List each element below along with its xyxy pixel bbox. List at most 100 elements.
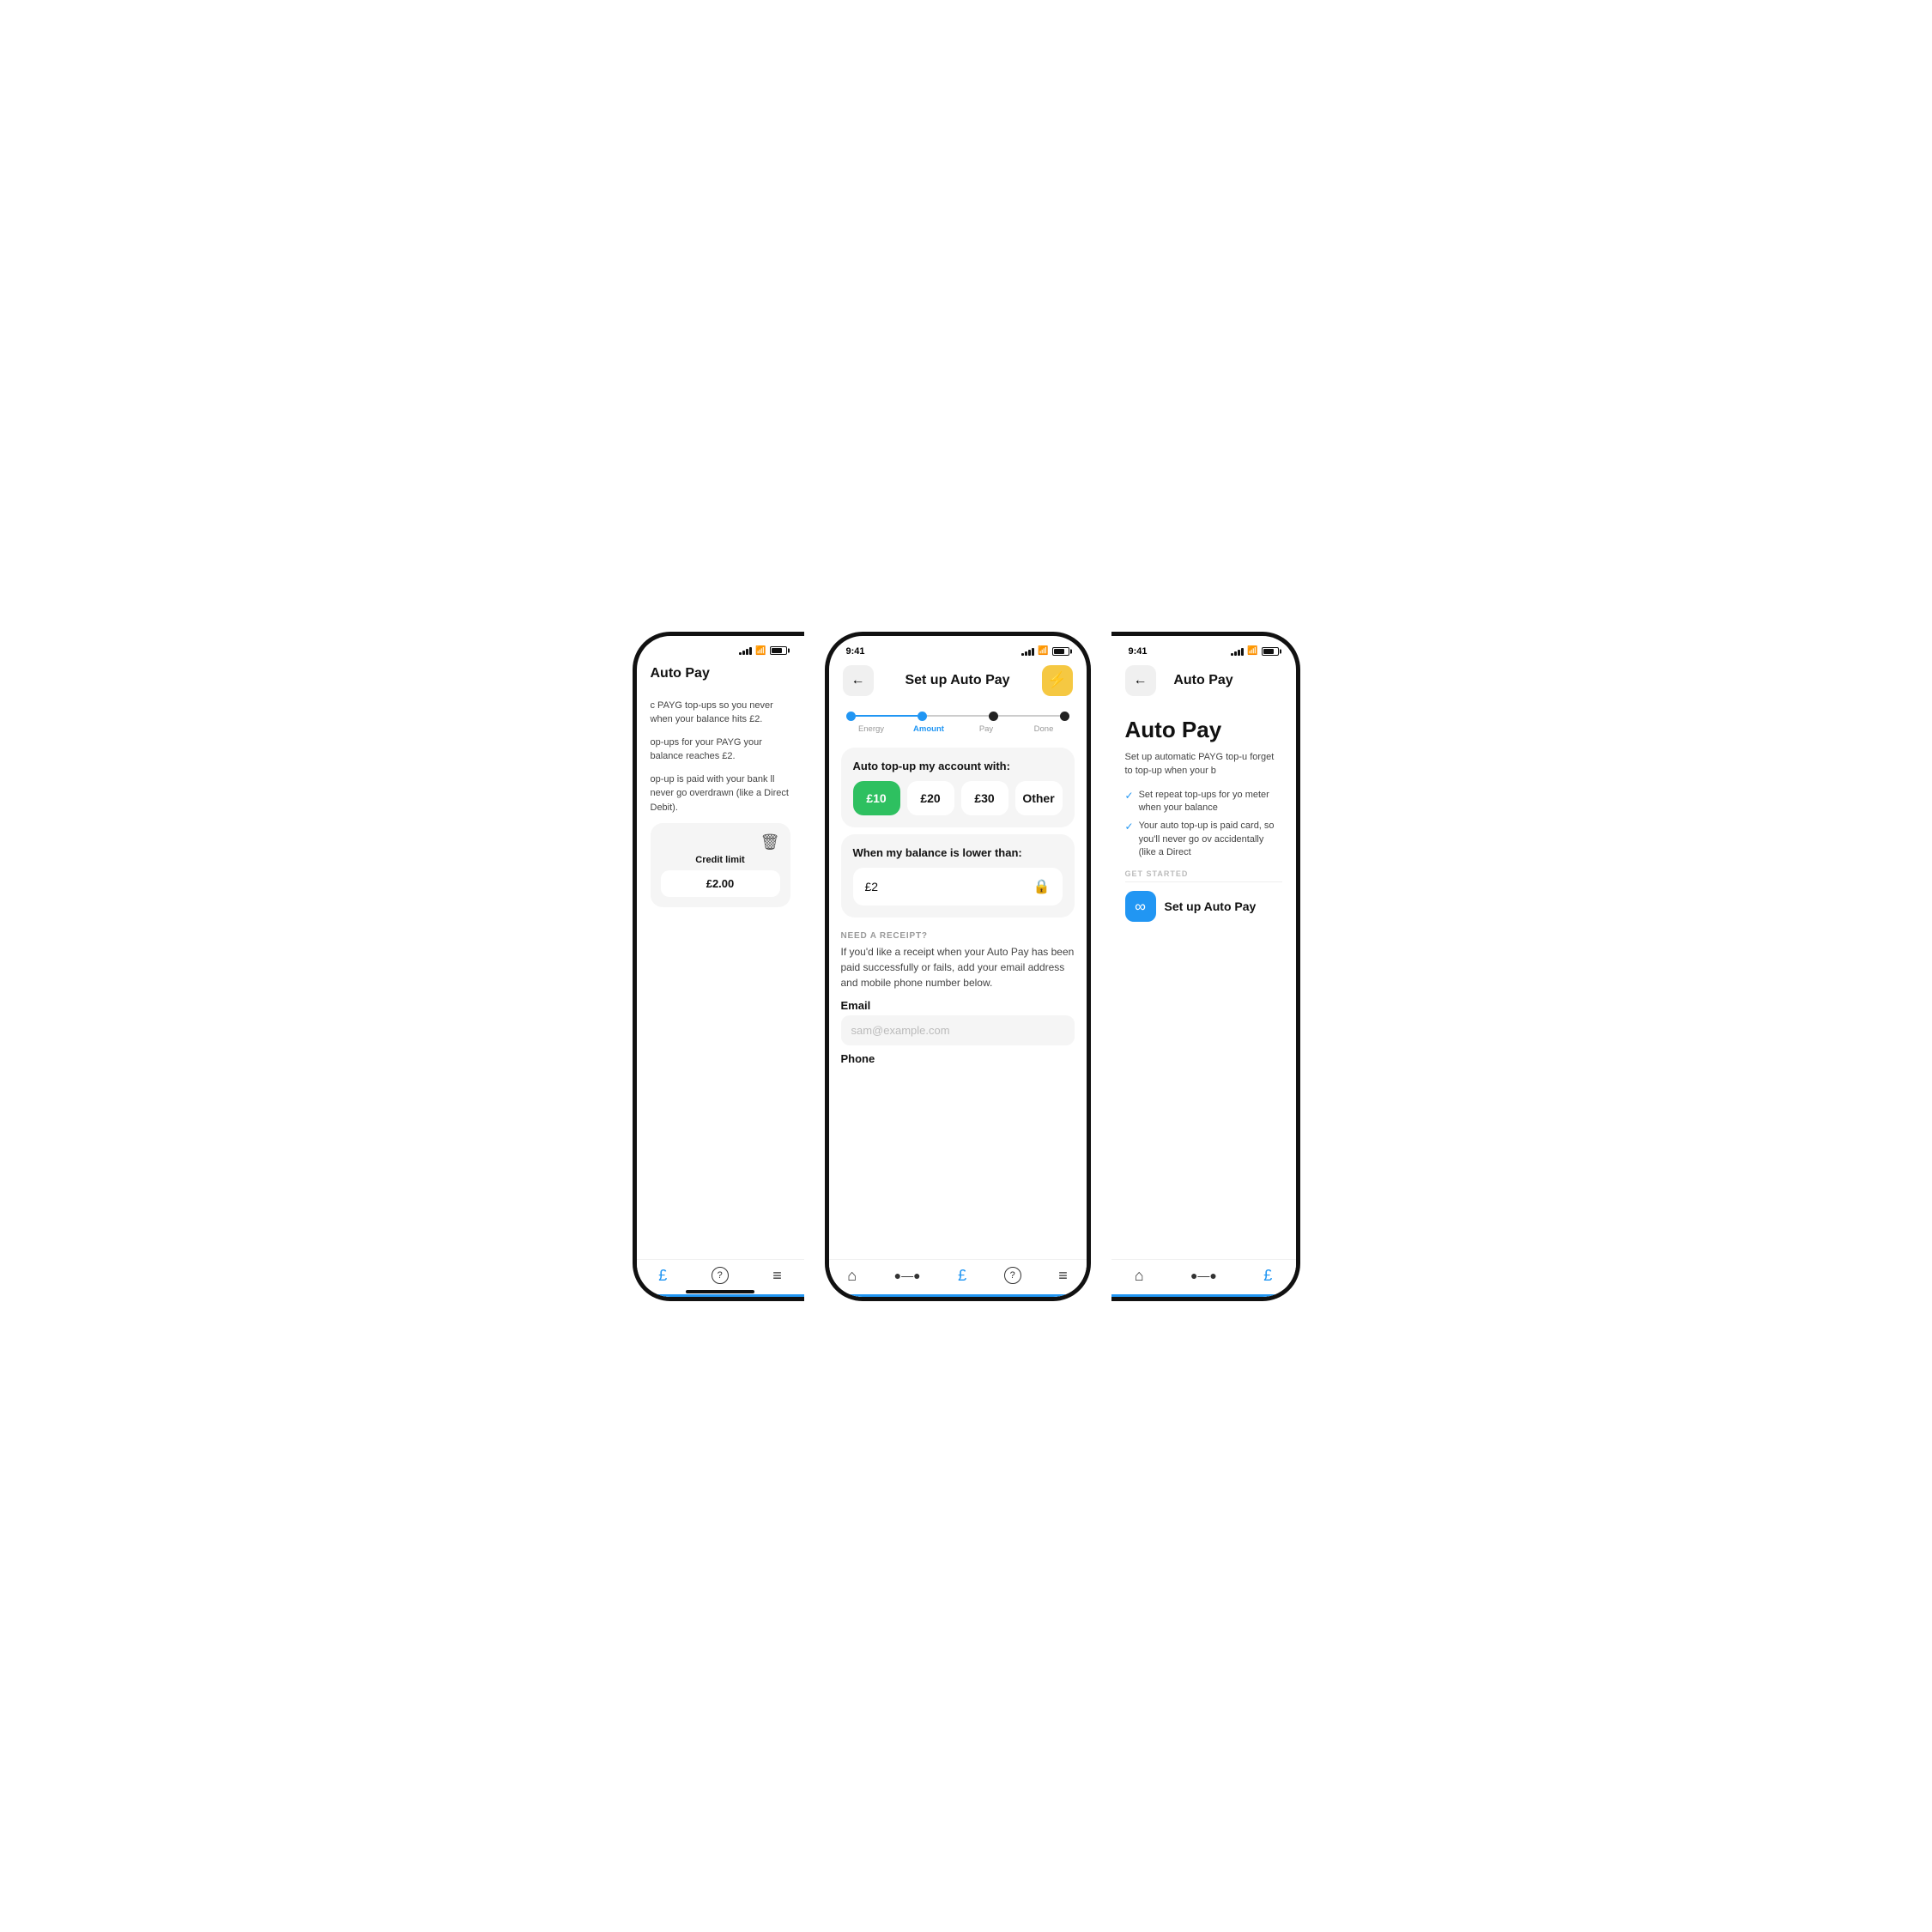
status-icons-right: 📶 [1231,646,1278,656]
back-button-center[interactable]: ← [843,665,874,696]
infinity-icon: ∞ [1135,898,1146,916]
bottom-nav-right: ⌂ ●―● £ [1111,1259,1296,1297]
status-icons-left: 📶 [739,646,786,656]
left-text1: c PAYG top-ups so you never when your ba… [651,699,790,727]
scene: 📶 Auto Pay c PAYG top-ups so you never w… [580,580,1353,1353]
bottom-nav-left: £ ? ≡ [637,1259,804,1297]
phone-center: 9:41 📶 ← Set up Auto Pay ⚡ [825,632,1091,1301]
left-content: c PAYG top-ups so you never when your ba… [637,685,804,922]
checkmark-icon-2: ✓ [1125,821,1134,833]
nav-item-activity-right[interactable]: ●―● [1190,1269,1217,1282]
amount-btn-20[interactable]: £20 [907,781,954,815]
step-label-done: Done [1015,724,1073,734]
nav-bar-right: ← Auto Pay [1111,660,1296,703]
lightning-button[interactable]: ⚡ [1042,665,1073,696]
balance-input: £2 🔒 [853,868,1063,905]
nav-item-home-right[interactable]: ⌂ [1135,1267,1144,1285]
money-icon-left: £ [658,1267,667,1285]
back-arrow-icon: ← [851,673,865,688]
amount-btn-10[interactable]: £10 [853,781,900,815]
nav-item-help-left[interactable]: ? [712,1267,729,1284]
receipt-heading: NEED A RECEIPT? [841,931,1075,941]
nav-item-home-center[interactable]: ⌂ [847,1267,857,1285]
bottom-nav-center: ⌂ ●―● £ ? ≡ [829,1259,1087,1297]
phone-label: Phone [841,1052,1075,1065]
lightning-icon: ⚡ [1047,671,1066,689]
menu-icon-center: ≡ [1058,1267,1068,1285]
wifi-icon-center: 📶 [1038,646,1048,656]
status-bar-right: 9:41 📶 [1111,636,1296,660]
check-text-2: Your auto top-up is paid card, so you'll… [1139,820,1282,859]
menu-icon-left: ≡ [772,1267,782,1285]
step-dot-energy [846,712,856,721]
signal-icon-right [1231,647,1244,656]
nav-item-money-left[interactable]: £ [658,1267,667,1285]
divider-right [1125,881,1282,882]
nav-item-money-right[interactable]: £ [1263,1267,1272,1285]
activity-icon-center: ●―● [894,1269,921,1282]
back-arrow-icon-right: ← [1134,673,1148,688]
nav-item-help-center[interactable]: ? [1004,1267,1021,1284]
left-text3: op-up is paid with your bank ll never go… [651,772,790,815]
nav-item-menu-left[interactable]: ≡ [772,1267,782,1285]
center-nav-title: Set up Auto Pay [905,673,1009,688]
balance-card: When my balance is lower than: £2 🔒 [841,834,1075,918]
step-dot-done [1060,712,1069,721]
check-text-1: Set repeat top-ups for yo meter when you… [1139,789,1282,815]
battery-icon-right [1262,647,1279,656]
nav-item-money-center[interactable]: £ [958,1267,966,1285]
step-line-3 [998,715,1060,717]
step-line-1 [856,715,918,717]
left-text2: op-ups for your PAYG your balance reache… [651,736,790,764]
credit-limit-label: Credit limit [661,855,780,865]
status-time-right: 9:41 [1129,646,1148,657]
battery-icon-center [1052,647,1069,656]
status-time-center: 9:41 [846,646,865,657]
home-icon-center: ⌂ [847,1267,857,1285]
status-bar-left: 📶 [637,636,804,659]
money-icon-right: £ [1263,1267,1272,1285]
money-icon-center: £ [958,1267,966,1285]
step-label-amount: Amount [900,724,958,734]
check-item-1: ✓ Set repeat top-ups for yo meter when y… [1125,789,1282,815]
amount-btn-30[interactable]: £30 [961,781,1008,815]
get-started-label: GET STARTED [1125,869,1282,878]
trash-icon[interactable]: 🗑 [760,833,780,851]
step-dot-pay [989,712,998,721]
amount-options: £10 £20 £30 Other [853,781,1063,815]
receipt-section: NEED A RECEIPT? If you'd like a receipt … [829,924,1087,1075]
setup-autopay-label: Set up Auto Pay [1165,899,1257,913]
right-description: Set up automatic PAYG top-u forget to to… [1125,750,1282,778]
credit-limit-value: £2.00 [661,870,780,897]
lock-icon: 🔒 [1033,878,1051,895]
nav-item-menu-center[interactable]: ≡ [1058,1267,1068,1285]
wifi-icon-right: 📶 [1247,646,1257,656]
right-nav-title: Auto Pay [1173,673,1232,688]
balance-value: £2 [865,880,879,893]
signal-icon-center [1021,647,1034,656]
setup-row[interactable]: ∞ Set up Auto Pay [1125,891,1282,922]
help-icon-center: ? [1004,1267,1021,1284]
amount-btn-other[interactable]: Other [1015,781,1063,815]
step-line-2 [927,715,989,717]
infinity-icon-wrap: ∞ [1125,891,1156,922]
status-bar-center: 9:41 📶 [829,636,1087,660]
step-dot-amount [918,712,927,721]
amount-card-title: Auto top-up my account with: [853,760,1063,772]
nav-item-activity-center[interactable]: ●―● [894,1269,921,1282]
battery-icon-left [770,646,787,655]
right-big-title: Auto Pay [1125,717,1282,743]
phone-left: 📶 Auto Pay c PAYG top-ups so you never w… [633,632,804,1301]
stepper-labels: Energy Amount Pay Done [829,723,1087,741]
checkmark-icon-1: ✓ [1125,790,1134,802]
amount-card: Auto top-up my account with: £10 £20 £30… [841,748,1075,827]
balance-card-title: When my balance is lower than: [853,846,1063,859]
receipt-text: If you'd like a receipt when your Auto P… [841,944,1075,990]
email-input[interactable]: sam@example.com [841,1015,1075,1045]
check-item-2: ✓ Your auto top-up is paid card, so you'… [1125,820,1282,859]
left-phone-title: Auto Pay [651,666,710,681]
email-label: Email [841,999,1075,1012]
back-button-right[interactable]: ← [1125,665,1156,696]
activity-icon-right: ●―● [1190,1269,1217,1282]
step-label-pay: Pay [958,724,1015,734]
